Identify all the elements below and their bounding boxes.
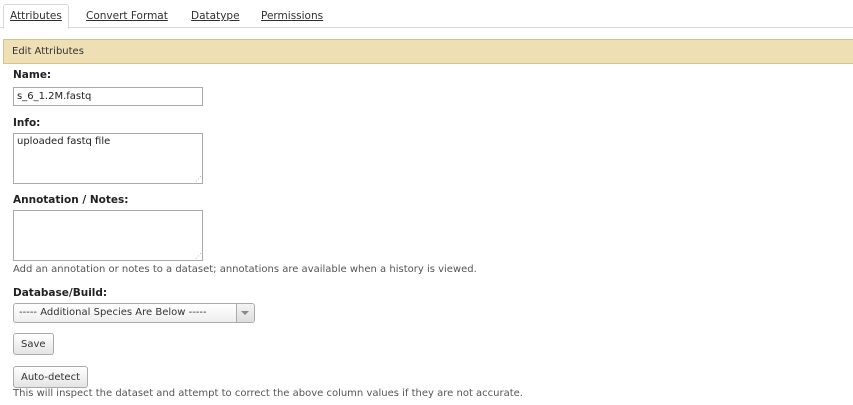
database-label: Database/Build: bbox=[13, 287, 108, 299]
dropdown-arrow-icon bbox=[236, 304, 254, 322]
auto-detect-button[interactable]: Auto-detect bbox=[13, 366, 89, 388]
annotation-textarea[interactable] bbox=[13, 210, 203, 261]
tab-bar: Attributes Convert Format Datatype Permi… bbox=[0, 0, 853, 29]
info-textarea[interactable]: uploaded fastq file bbox=[13, 133, 203, 184]
database-selected-value: ----- Additional Species Are Below ----- bbox=[19, 307, 207, 318]
name-label: Name: bbox=[13, 69, 52, 81]
annotation-help-text: Add an annotation or notes to a dataset;… bbox=[13, 264, 477, 275]
name-field[interactable] bbox=[13, 87, 203, 106]
tab-permissions[interactable]: Permissions bbox=[261, 5, 323, 27]
auto-detect-help-text: This will inspect the dataset and attemp… bbox=[13, 388, 523, 399]
tab-bar-divider bbox=[0, 27, 853, 28]
annotation-label: Annotation / Notes: bbox=[13, 194, 129, 206]
tab-datatype[interactable]: Datatype bbox=[191, 5, 240, 27]
tab-attributes[interactable]: Attributes bbox=[3, 4, 69, 29]
save-button[interactable]: Save bbox=[13, 333, 54, 355]
tab-convert-format[interactable]: Convert Format bbox=[86, 5, 168, 27]
database-build-select[interactable]: ----- Additional Species Are Below ----- bbox=[13, 303, 255, 323]
info-label: Info: bbox=[13, 117, 41, 129]
panel-title: Edit Attributes bbox=[3, 39, 853, 64]
